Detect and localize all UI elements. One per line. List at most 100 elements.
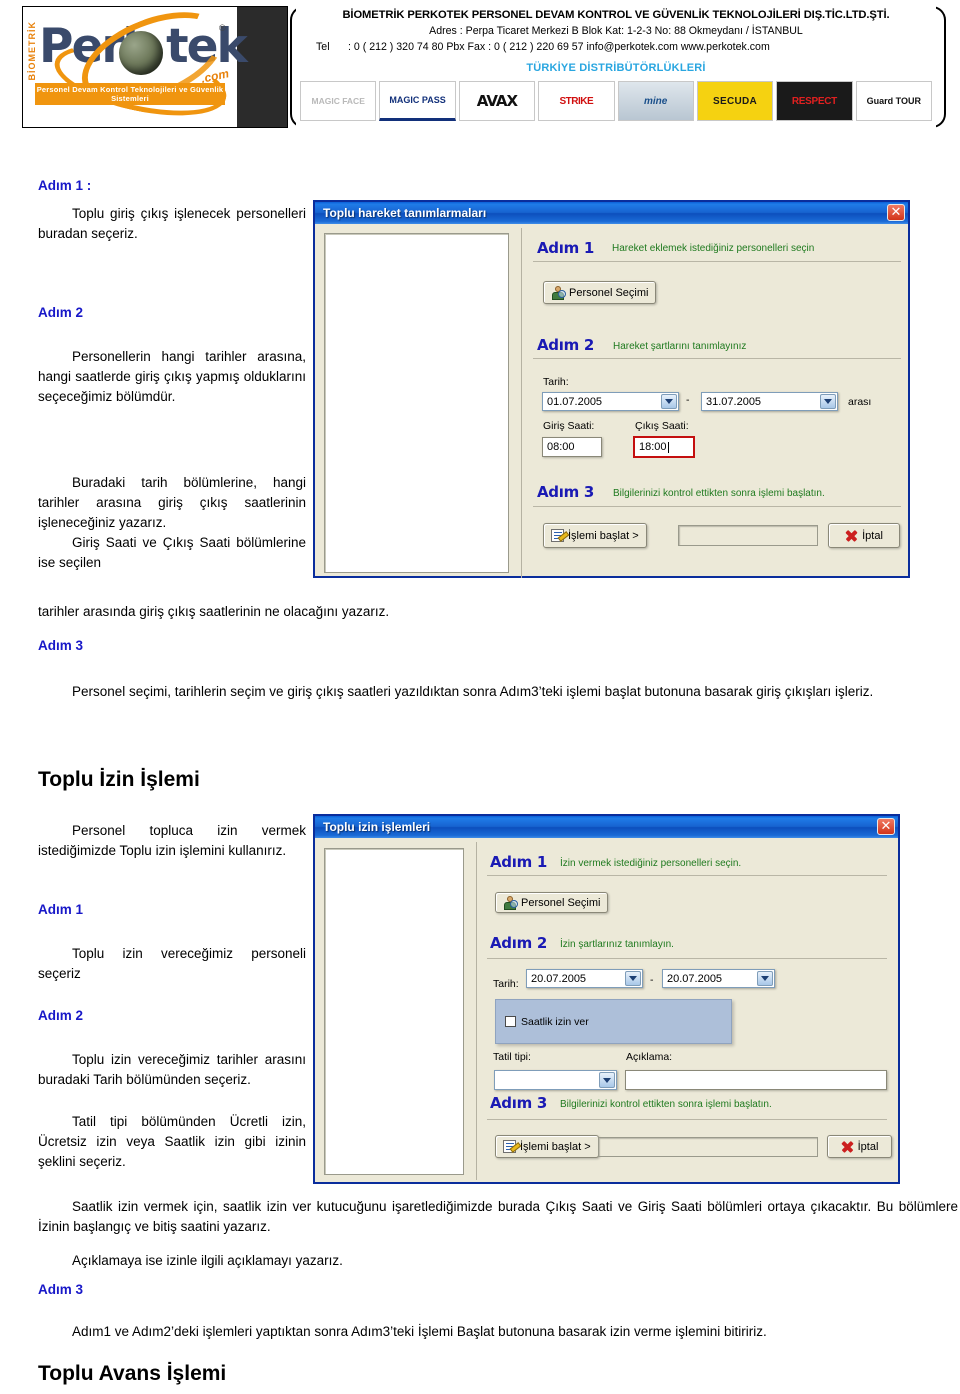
dialog2-step3-label: Adım 3: [490, 1094, 547, 1112]
footer-section-title: Toplu Avans İşlemi: [38, 1362, 227, 1385]
logo-biometrik-vertical-text: BİOMETRİK: [27, 21, 37, 81]
dialog1-date-end-value: 31.07.2005: [706, 395, 762, 408]
cancel-x-icon: [841, 1140, 854, 1153]
dialog1-date-end-combo[interactable]: 31.07.2005: [701, 392, 838, 411]
section1-step2-heading: Adım 2: [38, 305, 84, 320]
saatlik-izin-checkbox[interactable]: [505, 1016, 516, 1027]
dialog1-progress-bar: [678, 525, 818, 546]
chevron-down-icon[interactable]: [599, 1072, 615, 1088]
dialog2-step2-desc: İzin şartlarınız tanımlayın.: [560, 939, 674, 950]
section2-step2-heading: Adım 2: [38, 1008, 84, 1023]
dialog1-personel-secimi-label: Personel Seçimi: [569, 286, 649, 299]
dialog1-step2-desc: Hareket şartlarını tanımlayınız: [613, 341, 747, 352]
section2-step3-text: Adım1 ve Adım2’deki işlemleri yaptıktan …: [72, 1324, 767, 1339]
chevron-down-icon[interactable]: [661, 394, 677, 409]
section1-step3-text: Personel seçimi, tarihlerin seçim ve gir…: [72, 684, 874, 699]
dialog1-iptal-label: İptal: [862, 529, 883, 542]
dialog2-progress-bar: [598, 1137, 818, 1157]
dialog2-rule-2: [487, 958, 887, 959]
dialog1-date-start-value: 01.07.2005: [547, 395, 603, 408]
dialog2-body: Adım 1 İzin vermek istediğiniz personell…: [315, 838, 898, 1182]
section2-intro: Personel topluca izin vermek istediğimiz…: [38, 823, 306, 858]
dialog1-islemi-baslat-label: İşlemi başlat >: [568, 529, 639, 542]
dialog1-islemi-baslat-button[interactable]: İşlemi başlat >: [543, 523, 647, 548]
dialog2-personel-secimi-button[interactable]: Personel Seçimi: [495, 892, 609, 913]
company-address-line: Adres : Perpa Ticaret Merkezi B Blok Kat…: [429, 25, 803, 37]
dialog2-iptal-button[interactable]: İptal: [827, 1135, 892, 1158]
dialog2-date-end-value: 20.07.2005: [667, 972, 723, 985]
close-icon[interactable]: ✕: [877, 818, 895, 835]
dialog2-title-text: Toplu izin işlemleri: [323, 820, 431, 834]
page-header-banner: BİOMETRİK Perk tek ® .com Personel Devam…: [0, 0, 960, 134]
person-select-icon: [503, 895, 518, 910]
dialog2-rule-1: [487, 875, 887, 876]
dialog1-date-start-combo[interactable]: 01.07.2005: [542, 392, 679, 411]
dialog1-rule-2: [533, 358, 901, 359]
dialog2-tatil-tipi-label: Tatil tipi:: [493, 1051, 531, 1063]
distributor-logo-respect: RESPECT: [776, 81, 853, 121]
dialog2-date-separator: -: [650, 974, 654, 986]
dialog2-personnel-listbox[interactable]: [324, 848, 464, 1175]
section1-para4a: Giriş Saati ve Çıkış Saati bölümlerine i…: [38, 535, 306, 570]
tel-label: Tel: [316, 41, 330, 53]
distributor-logo-mine: mine: [617, 81, 694, 121]
dialog2-iptal-label: İptal: [857, 1140, 879, 1153]
dialog2-saatlik-izin-panel[interactable]: Saatlik izin ver: [495, 999, 732, 1044]
dialog2-tatil-tipi-combo[interactable]: [494, 1070, 617, 1090]
distributor-logo-secuda: SECUDA: [696, 81, 774, 121]
dialog2-personel-secimi-label: Personel Seçimi: [521, 896, 601, 909]
section1-para4b: tarihler arasında giriş çıkış saatlerini…: [38, 604, 390, 619]
section2-step2-text: Toplu izin vereceğimiz tarihler arasını …: [38, 1052, 306, 1087]
dialog2-saatlik-izin-label: Saatlik izin ver: [521, 1015, 589, 1028]
dialog2-vertical-divider: [476, 842, 477, 1180]
dialog1-personel-secimi-button[interactable]: Personel Seçimi: [543, 281, 657, 304]
dialog1-giris-saati-input[interactable]: 08:00: [542, 437, 602, 457]
chevron-down-icon[interactable]: [757, 971, 773, 986]
logo-registered-mark: ®: [219, 23, 226, 33]
dialog1-personnel-listbox[interactable]: [324, 233, 509, 573]
dialog1-date-separator: -: [686, 394, 690, 406]
cancel-x-icon: [845, 529, 858, 542]
dialog2-islemi-baslat-label: İşlemi başlat >: [520, 1140, 591, 1153]
dialog-toplu-hareket[interactable]: Toplu hareket tanımlarmaları ✕ Adım 1 Ha…: [313, 200, 910, 578]
dialog1-step1-desc: Hareket eklemek istediğiniz personelleri…: [612, 243, 815, 254]
perkotek-logo: BİOMETRİK Perk tek ® .com Personel Devam…: [22, 6, 288, 128]
person-select-icon: [551, 285, 566, 300]
dialog2-islemi-baslat-button[interactable]: İşlemi başlat >: [495, 1135, 599, 1158]
dialog1-step3-label: Adım 3: [537, 483, 594, 501]
dialog1-rule-3: [533, 506, 901, 507]
chevron-down-icon[interactable]: [625, 971, 641, 986]
logo-tagline: Personel Devam Kontrol Teknolojileri ve …: [35, 83, 225, 105]
section2-step3-heading: Adım 3: [38, 1282, 84, 1297]
distributors-title: TÜRKİYE DİSTRİBÜTÖRLÜKLERİ: [526, 62, 706, 74]
section1-step1-heading: Adım 1 :: [38, 178, 92, 193]
dialog1-titlebar[interactable]: Toplu hareket tanımlarmaları ✕: [315, 202, 908, 224]
dialog1-cikis-saati-input[interactable]: 18:00: [633, 436, 695, 458]
section2-step2-text2: Tatil tipi bölümünden Ücretli izin, Ücre…: [38, 1114, 306, 1169]
close-icon[interactable]: ✕: [887, 204, 905, 221]
dialog2-step1-desc: İzin vermek istediğiniz personelleri seç…: [560, 858, 742, 869]
dialog2-date-end-combo[interactable]: 20.07.2005: [662, 969, 775, 988]
dialog2-date-start-combo[interactable]: 20.07.2005: [526, 969, 643, 988]
dialog1-iptal-button[interactable]: İptal: [828, 523, 900, 548]
distributor-logo-avax: AVAX: [458, 81, 536, 121]
section2-step1-heading: Adım 1: [38, 902, 84, 917]
distributor-logo-guardtour: Guard TOUR: [855, 81, 932, 121]
dialog1-step2-label: Adım 2: [537, 336, 594, 354]
dialog1-giris-saati-label: Giriş Saati:: [543, 420, 595, 432]
dialog2-aciklama-label: Açıklama:: [626, 1051, 673, 1063]
distributor-logos-row: MAGIC FACE MAGIC PASS AVAX STRIKE mine S…: [300, 81, 932, 121]
dialog2-aciklama-input[interactable]: [625, 1070, 887, 1090]
text-caret: [667, 441, 669, 453]
dialog1-step3-desc: Bilgilerinizi kontrol ettikten sonra işl…: [613, 488, 825, 499]
dialog1-arasi-label: arası: [848, 396, 872, 408]
dialog2-titlebar[interactable]: Toplu izin işlemleri ✕: [315, 816, 898, 838]
dialog1-cikis-saati-value: 18:00: [639, 441, 667, 453]
chevron-down-icon[interactable]: [820, 394, 836, 409]
section1-step3-heading: Adım 3: [38, 638, 84, 653]
distributor-logo-strike: STRIKE: [538, 81, 615, 121]
dialog2-date-start-value: 20.07.2005: [531, 972, 587, 985]
section2-title: Toplu İzin İşlemi: [38, 768, 200, 791]
dialog2-step3-desc: Bilgilerinizi kontrol ettikten sonra işl…: [560, 1099, 772, 1110]
dialog-toplu-izin[interactable]: Toplu izin işlemleri ✕ Adım 1 İzin verme…: [313, 814, 900, 1184]
